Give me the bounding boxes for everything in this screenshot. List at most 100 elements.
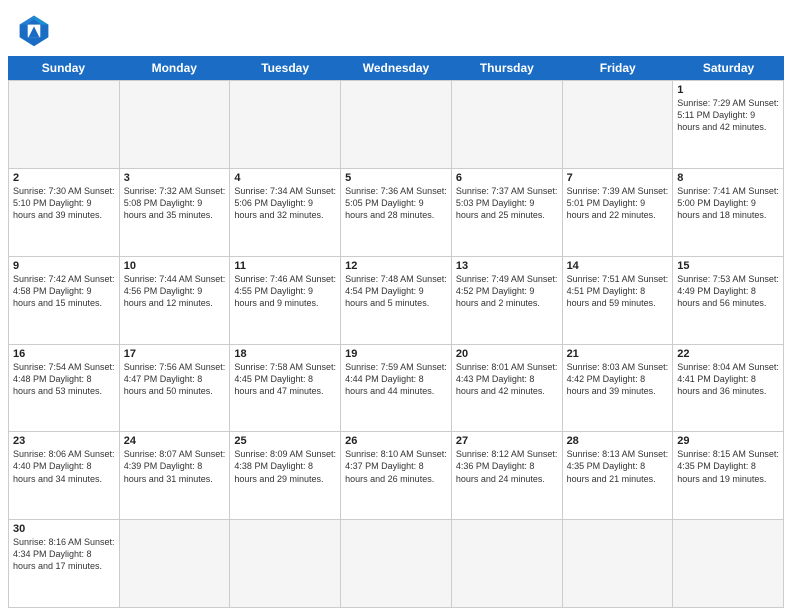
- calendar-empty-cell: [120, 520, 231, 608]
- day-number: 26: [345, 435, 447, 447]
- calendar-day-24: 24Sunrise: 8:07 AM Sunset: 4:39 PM Dayli…: [120, 432, 231, 520]
- weekday-header: Thursday: [451, 56, 562, 80]
- weekday-header: Monday: [119, 56, 230, 80]
- calendar-day-5: 5Sunrise: 7:36 AM Sunset: 5:05 PM Daylig…: [341, 169, 452, 257]
- calendar-empty-cell: [120, 81, 231, 169]
- calendar-day-16: 16Sunrise: 7:54 AM Sunset: 4:48 PM Dayli…: [9, 345, 120, 433]
- day-number: 25: [234, 435, 336, 447]
- day-number: 15: [677, 260, 779, 272]
- day-number: 24: [124, 435, 226, 447]
- day-number: 14: [567, 260, 669, 272]
- day-number: 5: [345, 172, 447, 184]
- day-number: 7: [567, 172, 669, 184]
- calendar-day-15: 15Sunrise: 7:53 AM Sunset: 4:49 PM Dayli…: [673, 257, 784, 345]
- sun-info: Sunrise: 8:01 AM Sunset: 4:43 PM Dayligh…: [456, 361, 558, 397]
- day-number: 1: [677, 84, 779, 96]
- sun-info: Sunrise: 7:42 AM Sunset: 4:58 PM Dayligh…: [13, 273, 115, 309]
- day-number: 20: [456, 348, 558, 360]
- calendar-day-19: 19Sunrise: 7:59 AM Sunset: 4:44 PM Dayli…: [341, 345, 452, 433]
- day-number: 4: [234, 172, 336, 184]
- day-number: 22: [677, 348, 779, 360]
- calendar-day-28: 28Sunrise: 8:13 AM Sunset: 4:35 PM Dayli…: [563, 432, 674, 520]
- sun-info: Sunrise: 7:51 AM Sunset: 4:51 PM Dayligh…: [567, 273, 669, 309]
- calendar-empty-cell: [673, 520, 784, 608]
- calendar-day-29: 29Sunrise: 8:15 AM Sunset: 4:35 PM Dayli…: [673, 432, 784, 520]
- logo-icon: [16, 12, 52, 48]
- day-number: 16: [13, 348, 115, 360]
- day-number: 18: [234, 348, 336, 360]
- sun-info: Sunrise: 7:34 AM Sunset: 5:06 PM Dayligh…: [234, 185, 336, 221]
- sun-info: Sunrise: 7:30 AM Sunset: 5:10 PM Dayligh…: [13, 185, 115, 221]
- sun-info: Sunrise: 8:04 AM Sunset: 4:41 PM Dayligh…: [677, 361, 779, 397]
- calendar-empty-cell: [341, 520, 452, 608]
- day-number: 2: [13, 172, 115, 184]
- day-number: 8: [677, 172, 779, 184]
- sun-info: Sunrise: 8:13 AM Sunset: 4:35 PM Dayligh…: [567, 448, 669, 484]
- sun-info: Sunrise: 7:36 AM Sunset: 5:05 PM Dayligh…: [345, 185, 447, 221]
- calendar-day-21: 21Sunrise: 8:03 AM Sunset: 4:42 PM Dayli…: [563, 345, 674, 433]
- calendar-day-2: 2Sunrise: 7:30 AM Sunset: 5:10 PM Daylig…: [9, 169, 120, 257]
- calendar-empty-cell: [341, 81, 452, 169]
- calendar-day-8: 8Sunrise: 7:41 AM Sunset: 5:00 PM Daylig…: [673, 169, 784, 257]
- weekday-header: Sunday: [8, 56, 119, 80]
- day-number: 12: [345, 260, 447, 272]
- calendar-day-17: 17Sunrise: 7:56 AM Sunset: 4:47 PM Dayli…: [120, 345, 231, 433]
- day-number: 28: [567, 435, 669, 447]
- day-number: 13: [456, 260, 558, 272]
- sun-info: Sunrise: 8:12 AM Sunset: 4:36 PM Dayligh…: [456, 448, 558, 484]
- sun-info: Sunrise: 7:44 AM Sunset: 4:56 PM Dayligh…: [124, 273, 226, 309]
- sun-info: Sunrise: 8:16 AM Sunset: 4:34 PM Dayligh…: [13, 536, 115, 572]
- header: [0, 0, 792, 56]
- day-number: 10: [124, 260, 226, 272]
- logo: [16, 12, 58, 48]
- sun-info: Sunrise: 7:48 AM Sunset: 4:54 PM Dayligh…: [345, 273, 447, 309]
- day-number: 30: [13, 523, 115, 535]
- calendar-day-26: 26Sunrise: 8:10 AM Sunset: 4:37 PM Dayli…: [341, 432, 452, 520]
- calendar-empty-cell: [452, 81, 563, 169]
- calendar-day-25: 25Sunrise: 8:09 AM Sunset: 4:38 PM Dayli…: [230, 432, 341, 520]
- calendar-day-9: 9Sunrise: 7:42 AM Sunset: 4:58 PM Daylig…: [9, 257, 120, 345]
- sun-info: Sunrise: 7:32 AM Sunset: 5:08 PM Dayligh…: [124, 185, 226, 221]
- sun-info: Sunrise: 7:53 AM Sunset: 4:49 PM Dayligh…: [677, 273, 779, 309]
- weekday-header: Friday: [562, 56, 673, 80]
- calendar-empty-cell: [452, 520, 563, 608]
- calendar-day-3: 3Sunrise: 7:32 AM Sunset: 5:08 PM Daylig…: [120, 169, 231, 257]
- calendar-day-23: 23Sunrise: 8:06 AM Sunset: 4:40 PM Dayli…: [9, 432, 120, 520]
- sun-info: Sunrise: 8:03 AM Sunset: 4:42 PM Dayligh…: [567, 361, 669, 397]
- calendar-empty-cell: [563, 81, 674, 169]
- sun-info: Sunrise: 7:49 AM Sunset: 4:52 PM Dayligh…: [456, 273, 558, 309]
- calendar-day-18: 18Sunrise: 7:58 AM Sunset: 4:45 PM Dayli…: [230, 345, 341, 433]
- day-number: 23: [13, 435, 115, 447]
- calendar-day-11: 11Sunrise: 7:46 AM Sunset: 4:55 PM Dayli…: [230, 257, 341, 345]
- page: SundayMondayTuesdayWednesdayThursdayFrid…: [0, 0, 792, 612]
- day-number: 19: [345, 348, 447, 360]
- weekday-header: Tuesday: [230, 56, 341, 80]
- calendar-day-1: 1Sunrise: 7:29 AM Sunset: 5:11 PM Daylig…: [673, 81, 784, 169]
- sun-info: Sunrise: 7:59 AM Sunset: 4:44 PM Dayligh…: [345, 361, 447, 397]
- sun-info: Sunrise: 8:10 AM Sunset: 4:37 PM Dayligh…: [345, 448, 447, 484]
- calendar-day-10: 10Sunrise: 7:44 AM Sunset: 4:56 PM Dayli…: [120, 257, 231, 345]
- sun-info: Sunrise: 8:06 AM Sunset: 4:40 PM Dayligh…: [13, 448, 115, 484]
- weekday-header: Wednesday: [341, 56, 452, 80]
- calendar-day-13: 13Sunrise: 7:49 AM Sunset: 4:52 PM Dayli…: [452, 257, 563, 345]
- calendar-header: SundayMondayTuesdayWednesdayThursdayFrid…: [8, 56, 784, 80]
- calendar-day-7: 7Sunrise: 7:39 AM Sunset: 5:01 PM Daylig…: [563, 169, 674, 257]
- day-number: 11: [234, 260, 336, 272]
- calendar-day-12: 12Sunrise: 7:48 AM Sunset: 4:54 PM Dayli…: [341, 257, 452, 345]
- weekday-header: Saturday: [673, 56, 784, 80]
- sun-info: Sunrise: 8:15 AM Sunset: 4:35 PM Dayligh…: [677, 448, 779, 484]
- day-number: 17: [124, 348, 226, 360]
- sun-info: Sunrise: 7:39 AM Sunset: 5:01 PM Dayligh…: [567, 185, 669, 221]
- sun-info: Sunrise: 7:56 AM Sunset: 4:47 PM Dayligh…: [124, 361, 226, 397]
- day-number: 6: [456, 172, 558, 184]
- calendar-empty-cell: [563, 520, 674, 608]
- sun-info: Sunrise: 8:07 AM Sunset: 4:39 PM Dayligh…: [124, 448, 226, 484]
- calendar-empty-cell: [230, 520, 341, 608]
- calendar-day-30: 30Sunrise: 8:16 AM Sunset: 4:34 PM Dayli…: [9, 520, 120, 608]
- sun-info: Sunrise: 7:58 AM Sunset: 4:45 PM Dayligh…: [234, 361, 336, 397]
- day-number: 21: [567, 348, 669, 360]
- calendar-grid: 1Sunrise: 7:29 AM Sunset: 5:11 PM Daylig…: [8, 80, 784, 608]
- calendar-day-4: 4Sunrise: 7:34 AM Sunset: 5:06 PM Daylig…: [230, 169, 341, 257]
- calendar-day-22: 22Sunrise: 8:04 AM Sunset: 4:41 PM Dayli…: [673, 345, 784, 433]
- calendar: SundayMondayTuesdayWednesdayThursdayFrid…: [0, 56, 792, 612]
